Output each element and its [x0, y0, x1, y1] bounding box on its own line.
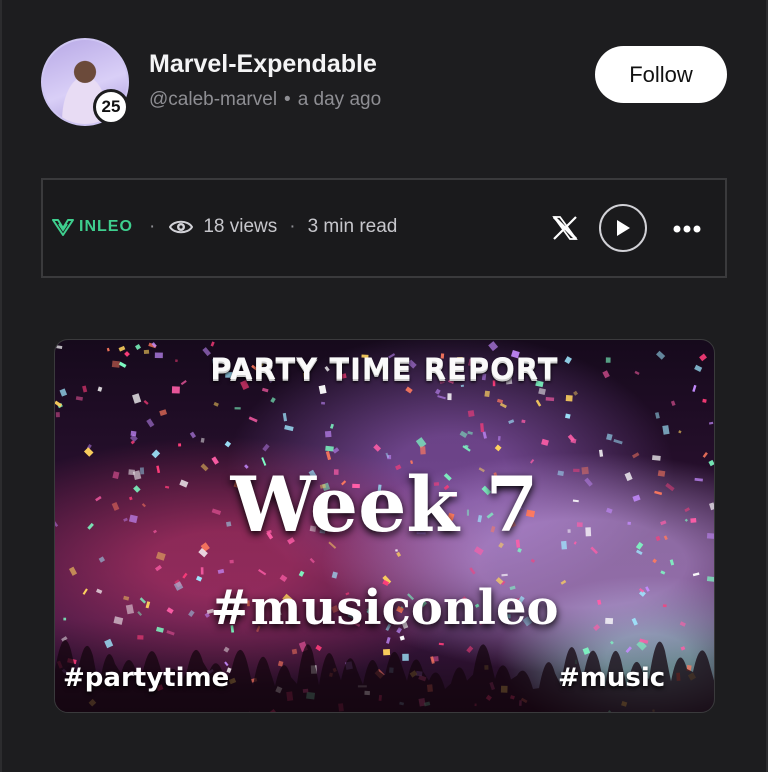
play-button[interactable] [599, 204, 647, 252]
view-count: 18 views [203, 216, 278, 237]
meta-separator: • [284, 89, 291, 110]
cover-hashtag: #musiconleo [210, 580, 559, 636]
cover-week: Week 7 [230, 460, 539, 549]
author-name[interactable]: Marvel-Expendable [149, 50, 377, 79]
x-icon[interactable] [550, 213, 580, 243]
page-border-left [0, 0, 2, 772]
post-cover-image[interactable]: PARTY TIME REPORT Week 7 #musiconleo #pa… [54, 339, 715, 713]
post-time: a day ago [297, 89, 382, 110]
more-options-button[interactable] [673, 214, 701, 240]
eye-icon [169, 220, 194, 234]
platform-link[interactable]: INLEO [52, 218, 133, 236]
cover-tag-right: #music [558, 663, 666, 693]
author-avatar-group[interactable]: 25 [41, 38, 129, 126]
stats-dot: · [289, 216, 296, 237]
author-handle[interactable]: @caleb-marvel [149, 89, 277, 110]
cover-tag-left: #partytime [63, 663, 230, 693]
cover-title: PARTY TIME REPORT [210, 352, 559, 386]
post-toolbar: INLEO · 18 views · 3 min read [41, 178, 727, 278]
play-icon [617, 220, 630, 236]
stats-dot: · [149, 216, 156, 237]
read-time: 3 min read [307, 216, 398, 237]
post-stats: · 18 views · 3 min read [149, 216, 397, 238]
follow-button[interactable]: Follow [595, 46, 727, 103]
author-meta: @caleb-marvel • a day ago [149, 89, 381, 111]
reputation-badge: 25 [93, 89, 129, 125]
inleo-logo-icon [52, 219, 74, 236]
platform-name: INLEO [79, 218, 133, 235]
more-horizontal-icon [673, 225, 701, 233]
